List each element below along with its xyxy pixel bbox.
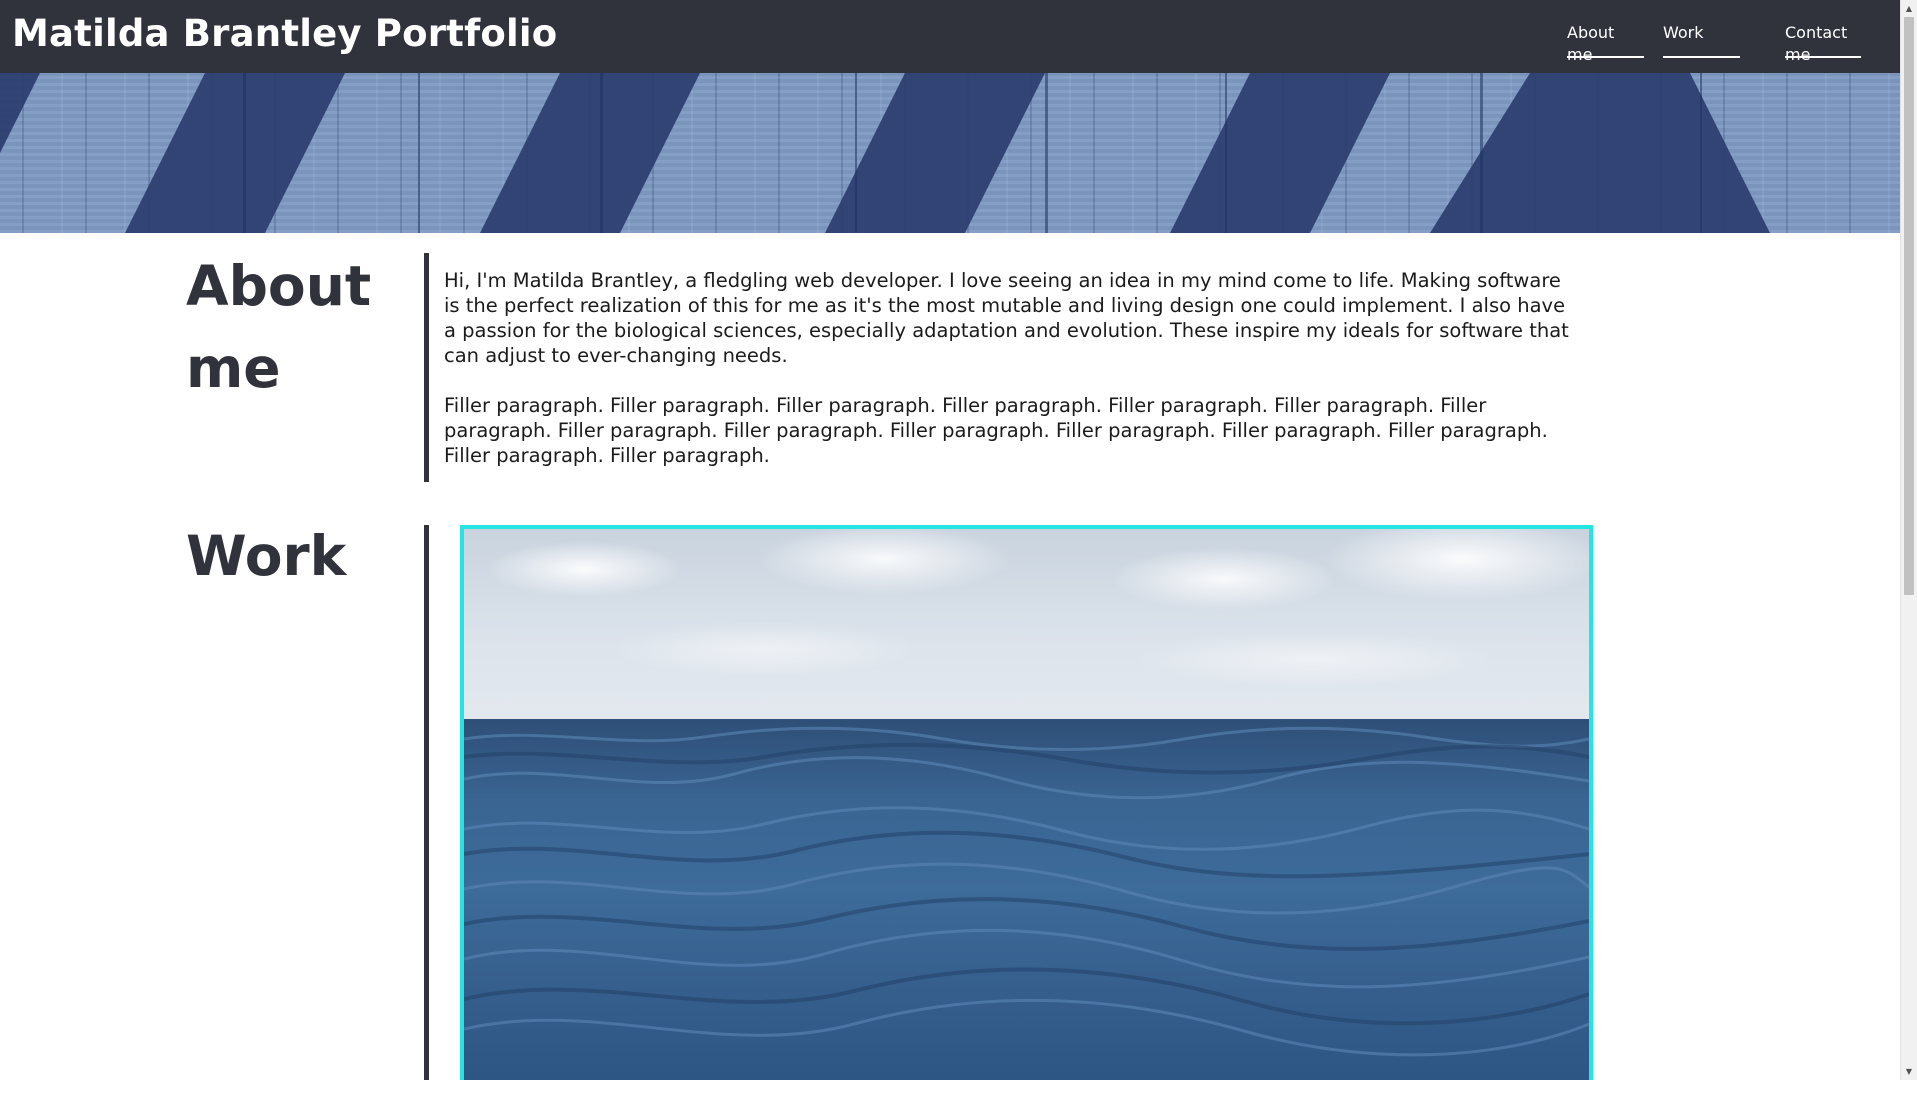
work-heading: Work xyxy=(186,524,347,588)
image-sky xyxy=(464,529,1589,729)
about-heading-line-2: me xyxy=(186,336,281,400)
about-heading-line-1: About xyxy=(186,254,372,318)
nav-link-work[interactable]: Work xyxy=(1663,22,1740,58)
about-paragraph: Filler paragraph. Filler paragraph. Fill… xyxy=(444,394,1548,467)
scrollbar-thumb[interactable] xyxy=(1904,17,1914,595)
about-divider xyxy=(424,253,429,482)
scroll-up-arrow-icon[interactable]: ▲ xyxy=(1901,0,1917,17)
nav-link-about-me[interactable]: About me xyxy=(1567,22,1644,64)
portfolio-page: Matilda Brantley Portfolio About me Work… xyxy=(0,0,1900,1102)
hero-stripes-graphic xyxy=(0,73,1770,233)
image-waves-graphic xyxy=(464,726,1589,1057)
work-divider xyxy=(424,525,429,1080)
site-header: Matilda Brantley Portfolio About me Work… xyxy=(0,0,1900,73)
about-heading: About me xyxy=(186,245,371,409)
page-bottom-edge xyxy=(0,1080,1900,1102)
nav-link-contact-me[interactable]: Contact me xyxy=(1785,22,1861,64)
work-project-image[interactable] xyxy=(460,525,1593,1085)
hero-banner-image xyxy=(0,73,1900,233)
site-title[interactable]: Matilda Brantley Portfolio xyxy=(12,12,557,56)
about-text: Hi, I'm Matilda Brantley, a fledgling we… xyxy=(444,268,1579,493)
scroll-down-arrow-icon[interactable]: ▼ xyxy=(1901,1063,1917,1080)
about-paragraph: Hi, I'm Matilda Brantley, a fledgling we… xyxy=(444,269,1569,367)
vertical-scrollbar[interactable]: ▲ ▼ xyxy=(1900,0,1917,1080)
